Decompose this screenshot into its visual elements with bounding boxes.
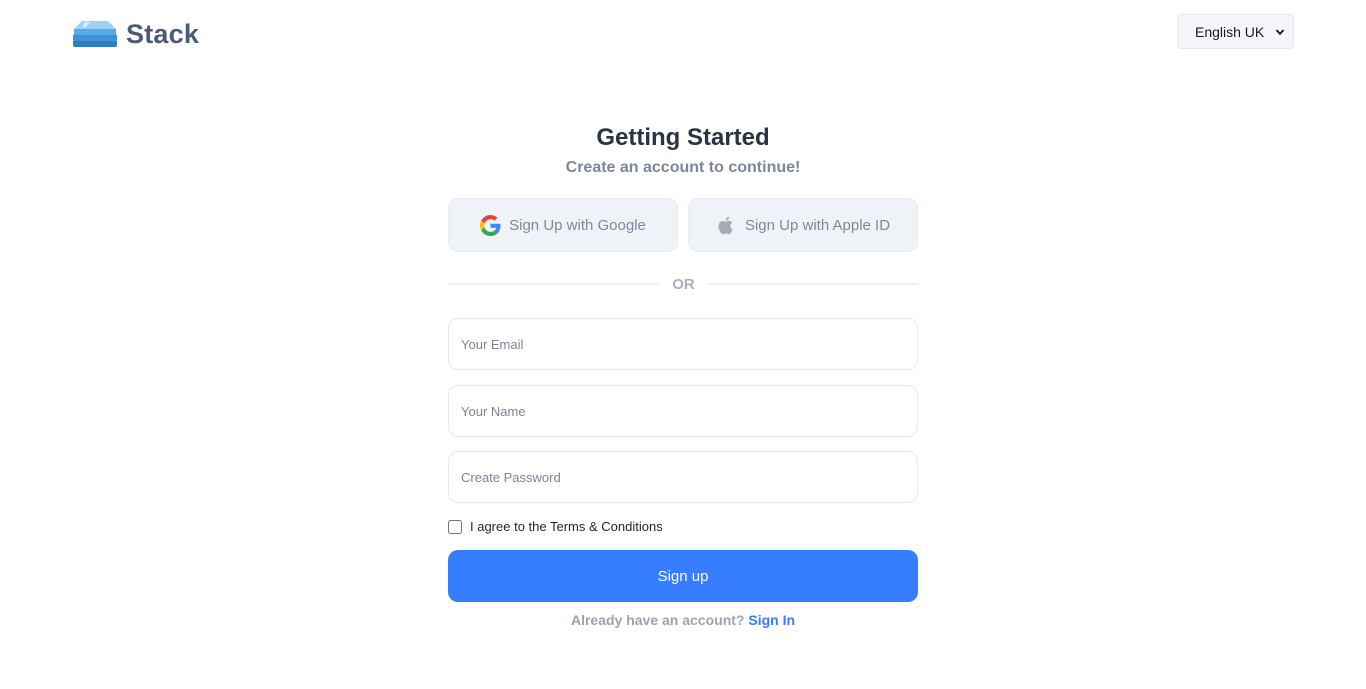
- apple-signup-button[interactable]: Sign Up with Apple ID: [688, 198, 918, 252]
- divider-text: OR: [672, 276, 695, 293]
- terms-row: I agree to the Terms & Conditions: [448, 519, 663, 534]
- brand-name: Stack: [126, 18, 200, 49]
- brand-logo[interactable]: Stack: [72, 18, 199, 50]
- signin-prompt: Already have an account?: [570, 612, 745, 628]
- page-subtitle: Create an account to continue!: [565, 159, 801, 176]
- language-select[interactable]: English UK: [1177, 14, 1294, 49]
- page-title: Getting Started: [596, 124, 770, 151]
- chevron-down-icon: [1275, 28, 1285, 35]
- signin-link[interactable]: Sign In: [748, 612, 795, 628]
- google-signup-button[interactable]: Sign Up with Google: [448, 198, 678, 252]
- apple-icon: [718, 216, 733, 234]
- signin-row: Already have an account? Sign In: [0, 612, 1366, 628]
- language-select-value: English UK: [1195, 23, 1265, 40]
- terms-checkbox[interactable]: [448, 519, 462, 534]
- signup-page: Stack English UK Getting Started Create …: [0, 0, 1366, 689]
- password-input[interactable]: [448, 451, 918, 503]
- signup-button[interactable]: Sign up: [448, 550, 918, 602]
- name-input[interactable]: [448, 385, 918, 437]
- apple-signup-label: Sign Up with Apple ID: [744, 216, 891, 234]
- divider-line-right: [709, 283, 918, 285]
- google-icon: [480, 214, 501, 236]
- terms-label[interactable]: I agree to the Terms & Conditions: [470, 519, 663, 534]
- google-signup-label: Sign Up with Google: [509, 216, 646, 234]
- email-input[interactable]: [448, 318, 918, 370]
- divider-line-left: [448, 283, 658, 285]
- stack-logo-icon: [73, 21, 117, 47]
